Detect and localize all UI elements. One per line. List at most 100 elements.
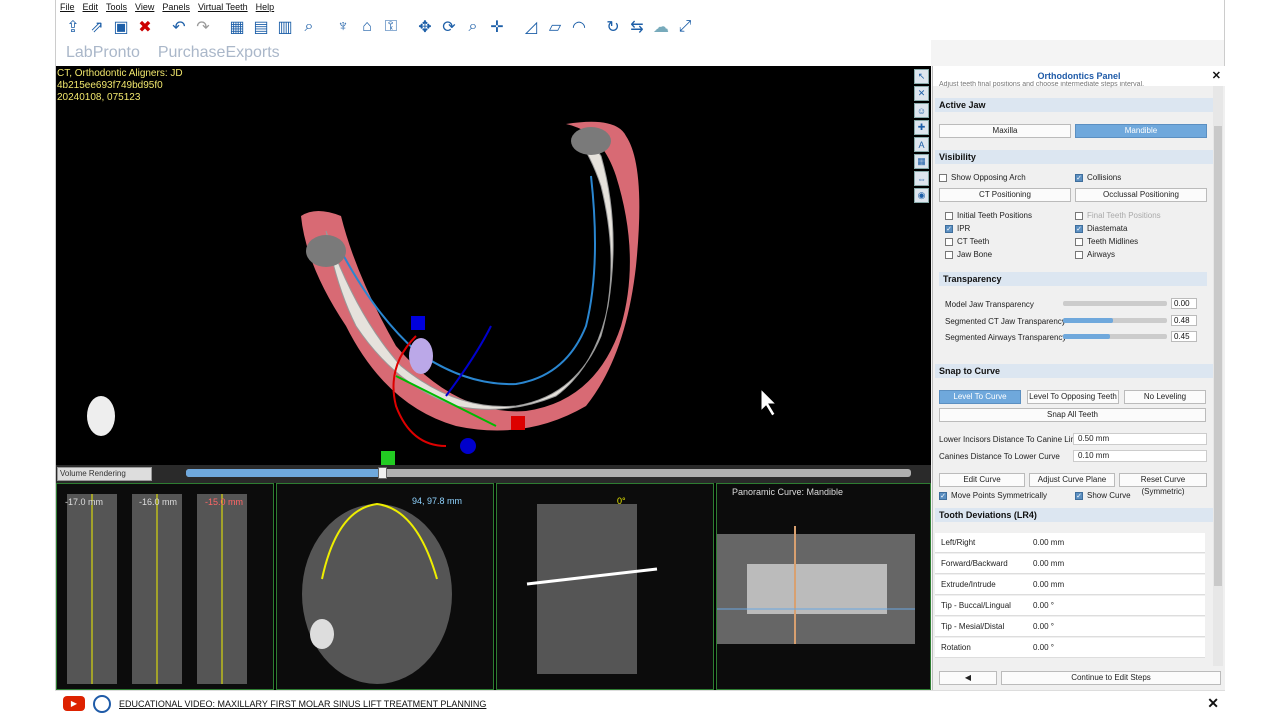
no-leveling-button[interactable]: No Leveling bbox=[1124, 390, 1206, 404]
jaw-bone-checkbox[interactable]: Jaw Bone bbox=[945, 250, 992, 259]
zoom-icon[interactable]: ⌕ bbox=[462, 16, 484, 38]
camera-icon[interactable]: ◉ bbox=[914, 188, 929, 203]
section-active-jaw[interactable]: Active Jaw bbox=[935, 98, 1213, 112]
edit-curve-button[interactable]: Edit Curve bbox=[939, 473, 1025, 487]
face-icon[interactable]: ☺ bbox=[914, 103, 929, 118]
diastemata-checkbox[interactable]: ✓ Diastemata bbox=[1075, 224, 1127, 233]
cloud-icon[interactable]: ☁ bbox=[650, 16, 672, 38]
lock-icon[interactable]: ⚿ bbox=[380, 16, 402, 38]
reset-view-icon[interactable]: ↻ bbox=[602, 16, 624, 38]
measure-area-icon[interactable]: ◿ bbox=[520, 16, 542, 38]
level-to-opposing-button[interactable]: Level To Opposing Teeth bbox=[1027, 390, 1119, 404]
fit-width-icon[interactable]: ⇔ bbox=[914, 171, 929, 186]
menu-edit[interactable]: Edit bbox=[83, 2, 99, 12]
fullscreen-icon[interactable]: ⤢ bbox=[674, 16, 696, 38]
ruler-icon[interactable]: ▱ bbox=[544, 16, 566, 38]
deviation-row-left-right[interactable]: Left/Right 0.00 mm bbox=[935, 533, 1205, 553]
brand-labpronto[interactable]: LabPronto bbox=[66, 44, 140, 62]
show-curve-checkbox[interactable]: ✓ Show Curve bbox=[1075, 491, 1131, 500]
maxilla-button[interactable]: Maxilla bbox=[939, 124, 1071, 138]
panels-icon[interactable]: ▤ bbox=[250, 16, 272, 38]
back-button[interactable]: ◀ bbox=[939, 671, 997, 685]
calculator-icon[interactable]: ▥ bbox=[274, 16, 296, 38]
collisions-checkbox[interactable]: ✓ Collisions bbox=[1075, 173, 1121, 182]
teeth-midlines-checkbox[interactable]: Teeth Midlines bbox=[1075, 237, 1138, 246]
reset-curve-button[interactable]: Reset Curve (Symmetric) bbox=[1119, 473, 1207, 496]
airways-transparency-value[interactable]: 0.45 bbox=[1171, 331, 1197, 342]
airways-transparency-slider[interactable] bbox=[1063, 334, 1167, 339]
final-teeth-checkbox[interactable]: Final Teeth Positions bbox=[1075, 211, 1161, 220]
ipr-checkbox[interactable]: ✓ IPR bbox=[945, 224, 970, 233]
section-snap-to-curve[interactable]: Snap to Curve bbox=[935, 364, 1213, 378]
viewer-3d[interactable]: CT, Orthodontic Aligners: JD 4b215ee693f… bbox=[56, 66, 931, 465]
deviation-row-extrude-intrude[interactable]: Extrude/Intrude 0.00 mm bbox=[935, 575, 1205, 595]
ct-positioning-button[interactable]: CT Positioning bbox=[939, 188, 1071, 202]
ct-jaw-transparency-value[interactable]: 0.48 bbox=[1171, 315, 1197, 326]
ct-jaw-transparency-slider[interactable] bbox=[1063, 318, 1167, 323]
youtube-icon[interactable]: ▶ bbox=[63, 696, 85, 711]
panel-scrollbar[interactable] bbox=[1213, 86, 1223, 666]
tooth-icon[interactable]: ♆ bbox=[332, 16, 354, 38]
grid-icon[interactable]: ▦ bbox=[914, 154, 929, 169]
section-tooth-deviations[interactable]: Tooth Deviations (LR4) bbox=[935, 508, 1213, 522]
deviation-value[interactable]: 0.00 ° bbox=[1033, 643, 1054, 652]
deviation-value[interactable]: 0.00 mm bbox=[1033, 580, 1064, 589]
brand-purchase-exports[interactable]: PurchaseExports bbox=[158, 44, 280, 62]
deviation-value[interactable]: 0.00 mm bbox=[1033, 559, 1064, 568]
ct-teeth-checkbox[interactable]: CT Teeth bbox=[945, 237, 989, 246]
panel-close-icon[interactable]: ✕ bbox=[1212, 69, 1221, 82]
text-icon[interactable]: A bbox=[914, 137, 929, 152]
inspect-icon[interactable]: ⌕ bbox=[298, 16, 320, 38]
upload-icon[interactable]: ⇪ bbox=[62, 16, 84, 38]
close-case-icon[interactable]: ✖ bbox=[134, 16, 156, 38]
deviation-row-tip-mesial[interactable]: Tip - Mesial/Distal 0.00 ° bbox=[935, 617, 1205, 637]
menu-tools[interactable]: Tools bbox=[106, 2, 127, 12]
snap-all-teeth-button[interactable]: Snap All Teeth bbox=[939, 408, 1206, 422]
continue-edit-steps-button[interactable]: Continue to Edit Steps bbox=[1001, 671, 1221, 685]
export-icon[interactable]: ⇗ bbox=[86, 16, 108, 38]
save-icon[interactable]: ▣ bbox=[110, 16, 132, 38]
sagittal-panel[interactable]: 0° bbox=[496, 483, 714, 690]
deviation-value[interactable]: 0.00 ° bbox=[1033, 622, 1054, 631]
show-opposing-checkbox[interactable]: Show Opposing Arch bbox=[939, 173, 1026, 182]
model-jaw-transparency-slider[interactable] bbox=[1063, 301, 1167, 306]
axial-panel[interactable]: 94, 97.8 mm bbox=[276, 483, 494, 690]
level-to-curve-button[interactable]: Level To Curve bbox=[939, 390, 1021, 404]
render-mode-select[interactable]: Volume Rendering bbox=[57, 467, 152, 481]
menu-view[interactable]: View bbox=[135, 2, 154, 12]
mandible-button[interactable]: Mandible bbox=[1075, 124, 1207, 138]
pointer-icon[interactable]: ↖ bbox=[914, 69, 929, 84]
deviation-row-rotation[interactable]: Rotation 0.00 ° bbox=[935, 638, 1205, 658]
menu-file[interactable]: File bbox=[60, 2, 75, 12]
rotate-icon[interactable]: ⟳ bbox=[438, 16, 460, 38]
video-caption-link[interactable]: EDUCATIONAL VIDEO: MAXILLARY FIRST MOLAR… bbox=[119, 699, 486, 709]
volume-slider[interactable] bbox=[186, 467, 911, 479]
move-icon[interactable]: ✥ bbox=[414, 16, 436, 38]
initial-teeth-checkbox[interactable]: Initial Teeth Positions bbox=[945, 211, 1032, 220]
layout-icon[interactable]: ▦ bbox=[226, 16, 248, 38]
angle-icon[interactable]: ◠ bbox=[568, 16, 590, 38]
model-jaw-transparency-value[interactable]: 0.00 bbox=[1171, 298, 1197, 309]
crosshair-icon[interactable]: ✚ bbox=[914, 120, 929, 135]
redo-icon[interactable]: ↷ bbox=[192, 16, 214, 38]
panoramic-panel[interactable]: Panoramic Curve: Mandible bbox=[716, 483, 931, 690]
jaw-model[interactable] bbox=[56, 66, 931, 465]
section-transparency[interactable]: Transparency bbox=[939, 272, 1207, 286]
video-bar-close-icon[interactable]: ✕ bbox=[1207, 695, 1219, 712]
menu-virtual-teeth[interactable]: Virtual Teeth bbox=[198, 2, 248, 12]
pan-icon[interactable]: ✛ bbox=[486, 16, 508, 38]
volume-slider-knob[interactable] bbox=[377, 467, 387, 479]
crop-icon[interactable]: ✕ bbox=[914, 86, 929, 101]
canines-distance-field[interactable]: 0.10 mm bbox=[1073, 450, 1207, 462]
cross-section-panel[interactable]: -17.0 mm -16.0 mm -15.0 mm bbox=[56, 483, 274, 690]
deviation-row-tip-buccal[interactable]: Tip - Buccal/Lingual 0.00 ° bbox=[935, 596, 1205, 616]
deviation-value[interactable]: 0.00 mm bbox=[1033, 538, 1064, 547]
compare-icon[interactable]: ⇆ bbox=[626, 16, 648, 38]
deviation-value[interactable]: 0.00 ° bbox=[1033, 601, 1054, 610]
implant-icon[interactable]: ⌂ bbox=[356, 16, 378, 38]
section-visibility[interactable]: Visibility bbox=[935, 150, 1213, 164]
globe-icon[interactable] bbox=[93, 694, 111, 713]
menu-help[interactable]: Help bbox=[256, 2, 275, 12]
move-points-checkbox[interactable]: ✓ Move Points Symmetrically bbox=[939, 491, 1047, 500]
adjust-curve-plane-button[interactable]: Adjust Curve Plane bbox=[1029, 473, 1115, 487]
